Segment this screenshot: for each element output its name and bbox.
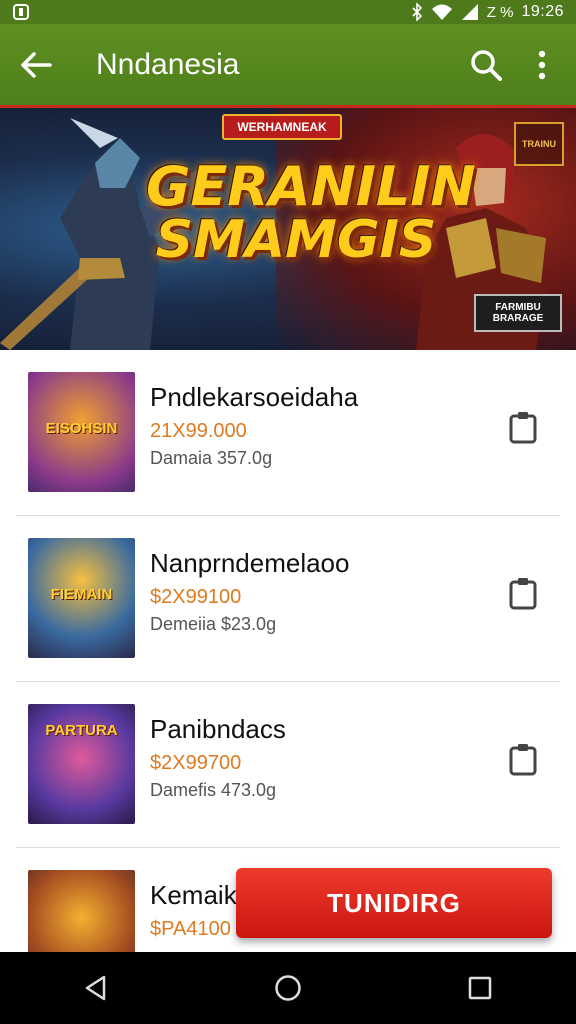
cta-button[interactable]: TUNIDIRG: [236, 868, 552, 938]
item-subtitle: Damefis 473.0g: [150, 780, 277, 800]
banner-bottom-badge: FARMIBU BRARAGE: [474, 294, 562, 332]
item-subtitle: Damaia 357.0g: [150, 448, 273, 468]
item-name: Nanprndemelaoo: [150, 548, 350, 578]
item-price: $2X99700: [150, 752, 242, 774]
clipboard-icon[interactable]: [508, 742, 538, 776]
nav-recents-icon: [468, 976, 492, 1000]
clock: 19:26: [521, 3, 564, 20]
banner-tag: WERHAMNEAK: [222, 114, 342, 140]
app-screen: Z % 19:26 Nndanesia WERHAMNEAK GERANILIN…: [0, 0, 576, 1024]
item-name: Pndlekarsoeidaha: [150, 382, 359, 412]
banner-corner-badge: TRAINU: [514, 122, 564, 166]
item-name: Kemaik: [150, 880, 237, 910]
item-price: $PA4100: [150, 918, 231, 940]
status-bar: Z % 19:26: [0, 0, 576, 24]
signal-icon: [461, 4, 478, 20]
shield-notification-icon: [13, 4, 29, 20]
list-item[interactable]: EISOHSIN Pndlekarsoeidaha 21X99.000 Dama…: [16, 350, 560, 516]
nav-back-button[interactable]: [48, 952, 144, 1024]
wifi-icon: [431, 4, 452, 20]
item-price: 21X99.000: [150, 420, 247, 442]
battery-text: Z %: [486, 3, 514, 21]
nav-recents-button[interactable]: [432, 952, 528, 1024]
item-name: Panibndacs: [150, 714, 286, 744]
nav-home-icon: [275, 975, 301, 1001]
nav-back-icon: [85, 975, 106, 1001]
promo-banner[interactable]: WERHAMNEAK GERANILIN SMAMGIS TRAINU FARM…: [0, 108, 576, 350]
clipboard-icon[interactable]: [508, 410, 538, 444]
nav-home-button[interactable]: [240, 952, 336, 1024]
thumbnail-text: PARTURA: [45, 722, 118, 739]
item-price: $2X99100: [150, 586, 242, 608]
more-vert-icon: [538, 50, 546, 79]
thumbnail-text: EISOHSIN: [45, 420, 118, 437]
list-item[interactable]: FIEMAIN Nanprndemelaoo $2X99100 Demeiia …: [16, 516, 560, 682]
clipboard-icon[interactable]: [508, 576, 538, 610]
back-button[interactable]: [0, 24, 72, 105]
list-item[interactable]: PARTURA Panibndacs $2X99700 Damefis 473.…: [16, 682, 560, 848]
item-thumbnail: FIEMAIN: [28, 538, 135, 658]
item-subtitle: Demeiia $23.0g: [150, 614, 277, 634]
banner-headline-line1: GERANILIN: [146, 155, 476, 218]
item-thumbnail: PARTURA: [28, 704, 135, 824]
item-thumbnail: EISOHSIN: [28, 372, 135, 492]
thumbnail-text: FIEMAIN: [50, 586, 113, 603]
banner-headline: GERANILIN SMAMGIS: [146, 155, 476, 270]
arrow-back-icon: [21, 51, 52, 78]
page-title: Nndanesia: [96, 47, 240, 81]
overflow-menu-button[interactable]: [514, 24, 570, 105]
search-button[interactable]: [458, 24, 514, 105]
bluetooth-icon: [412, 3, 422, 21]
app-bar: Nndanesia: [0, 24, 576, 108]
system-nav-bar: [0, 952, 576, 1024]
search-icon: [471, 49, 502, 81]
banner-headline-line2: SMAMGIS: [155, 210, 437, 270]
